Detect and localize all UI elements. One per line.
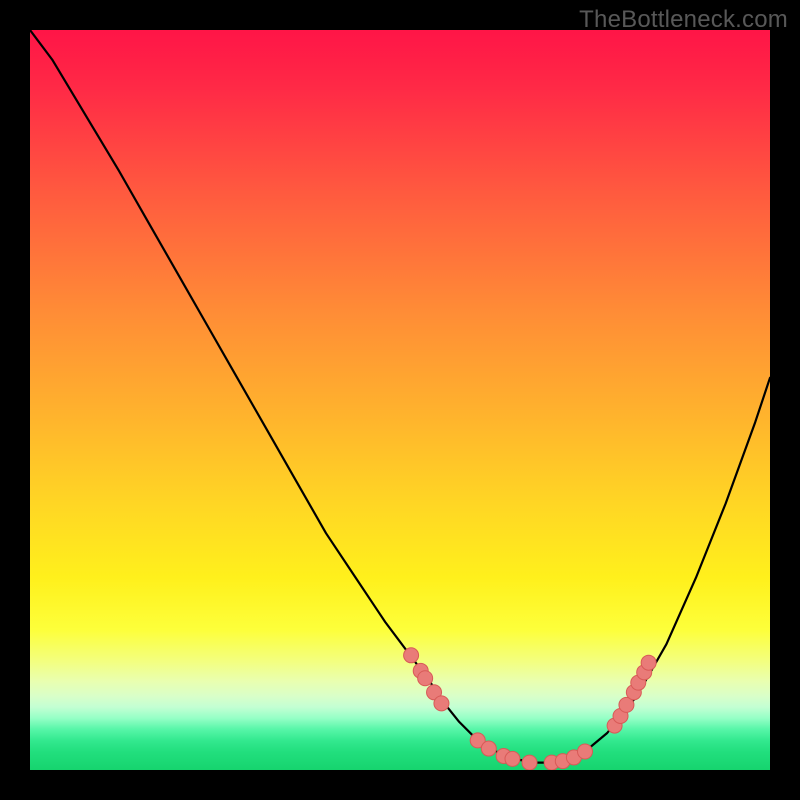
plot-area (30, 30, 770, 770)
chart-frame: TheBottleneck.com (0, 0, 800, 800)
heat-gradient-background (30, 30, 770, 770)
attribution-label: TheBottleneck.com (579, 6, 788, 34)
